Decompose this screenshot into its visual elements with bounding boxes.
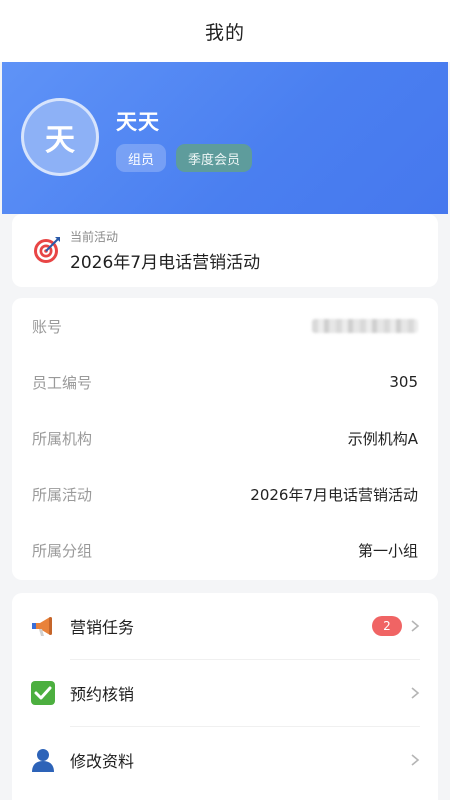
chevron-right-icon [411,687,420,699]
info-label: 账号 [32,317,63,336]
page-title: 我的 [204,21,245,44]
role-tag: 组员 [116,144,167,172]
info-card: 账号 员工编号 305 所属机构 示例机构A 所属活动 2026年7月电话营销活… [12,298,438,580]
menu-item-appointment-verify[interactable]: 预约核销 [12,660,438,726]
menu-label: 修改资料 [70,752,135,771]
info-label: 所属活动 [32,485,93,504]
info-row-employee-id: 员工编号 305 [12,354,438,410]
top-nav-bar: 我的 [0,0,450,62]
info-value: 示例机构A [347,429,418,448]
info-row-organization: 所属机构 示例机构A [12,410,438,466]
profile-header: 天 天天 组员 季度会员 [2,62,448,214]
account-value-blurred [312,319,418,333]
menu-label: 预约核销 [70,685,135,704]
membership-tag: 季度会员 [176,144,253,172]
menu-item-marketing-tasks[interactable]: 营销任务 2 [12,593,438,659]
info-label: 所属机构 [32,429,93,448]
menu-card: 营销任务 2 预约核销 修改资料 [12,593,438,800]
current-activity-card[interactable]: 当前活动 2026年7月电话营销活动 [12,214,438,287]
info-value: 305 [389,373,418,391]
menu-item-edit-profile[interactable]: 修改资料 [12,727,438,793]
info-row-account: 账号 [12,298,438,354]
user-tags: 组员 季度会员 [116,144,253,172]
info-label: 所属分组 [32,541,93,560]
avatar[interactable]: 天 [21,98,99,176]
target-icon [34,237,60,263]
menu-label: 营销任务 [70,618,135,637]
megaphone-icon [32,617,52,636]
info-value: 第一小组 [357,541,418,560]
app-screen: 我的 天 天天 组员 季度会员 当前活动 2026年7月电话营销活动 账号 员工… [0,0,450,800]
task-count-badge: 2 [372,616,402,636]
user-icon [32,749,54,772]
info-row-activity: 所属活动 2026年7月电话营销活动 [12,466,438,522]
checkmark-icon [31,681,55,705]
chevron-right-icon [411,620,420,632]
activity-name: 2026年7月电话营销活动 [70,253,261,273]
info-row-group: 所属分组 第一小组 [12,522,438,578]
info-value: 2026年7月电话营销活动 [250,485,418,504]
chevron-right-icon [411,754,420,766]
activity-caption: 当前活动 [70,230,119,244]
user-name: 天天 [116,110,160,134]
info-label: 员工编号 [32,373,93,392]
